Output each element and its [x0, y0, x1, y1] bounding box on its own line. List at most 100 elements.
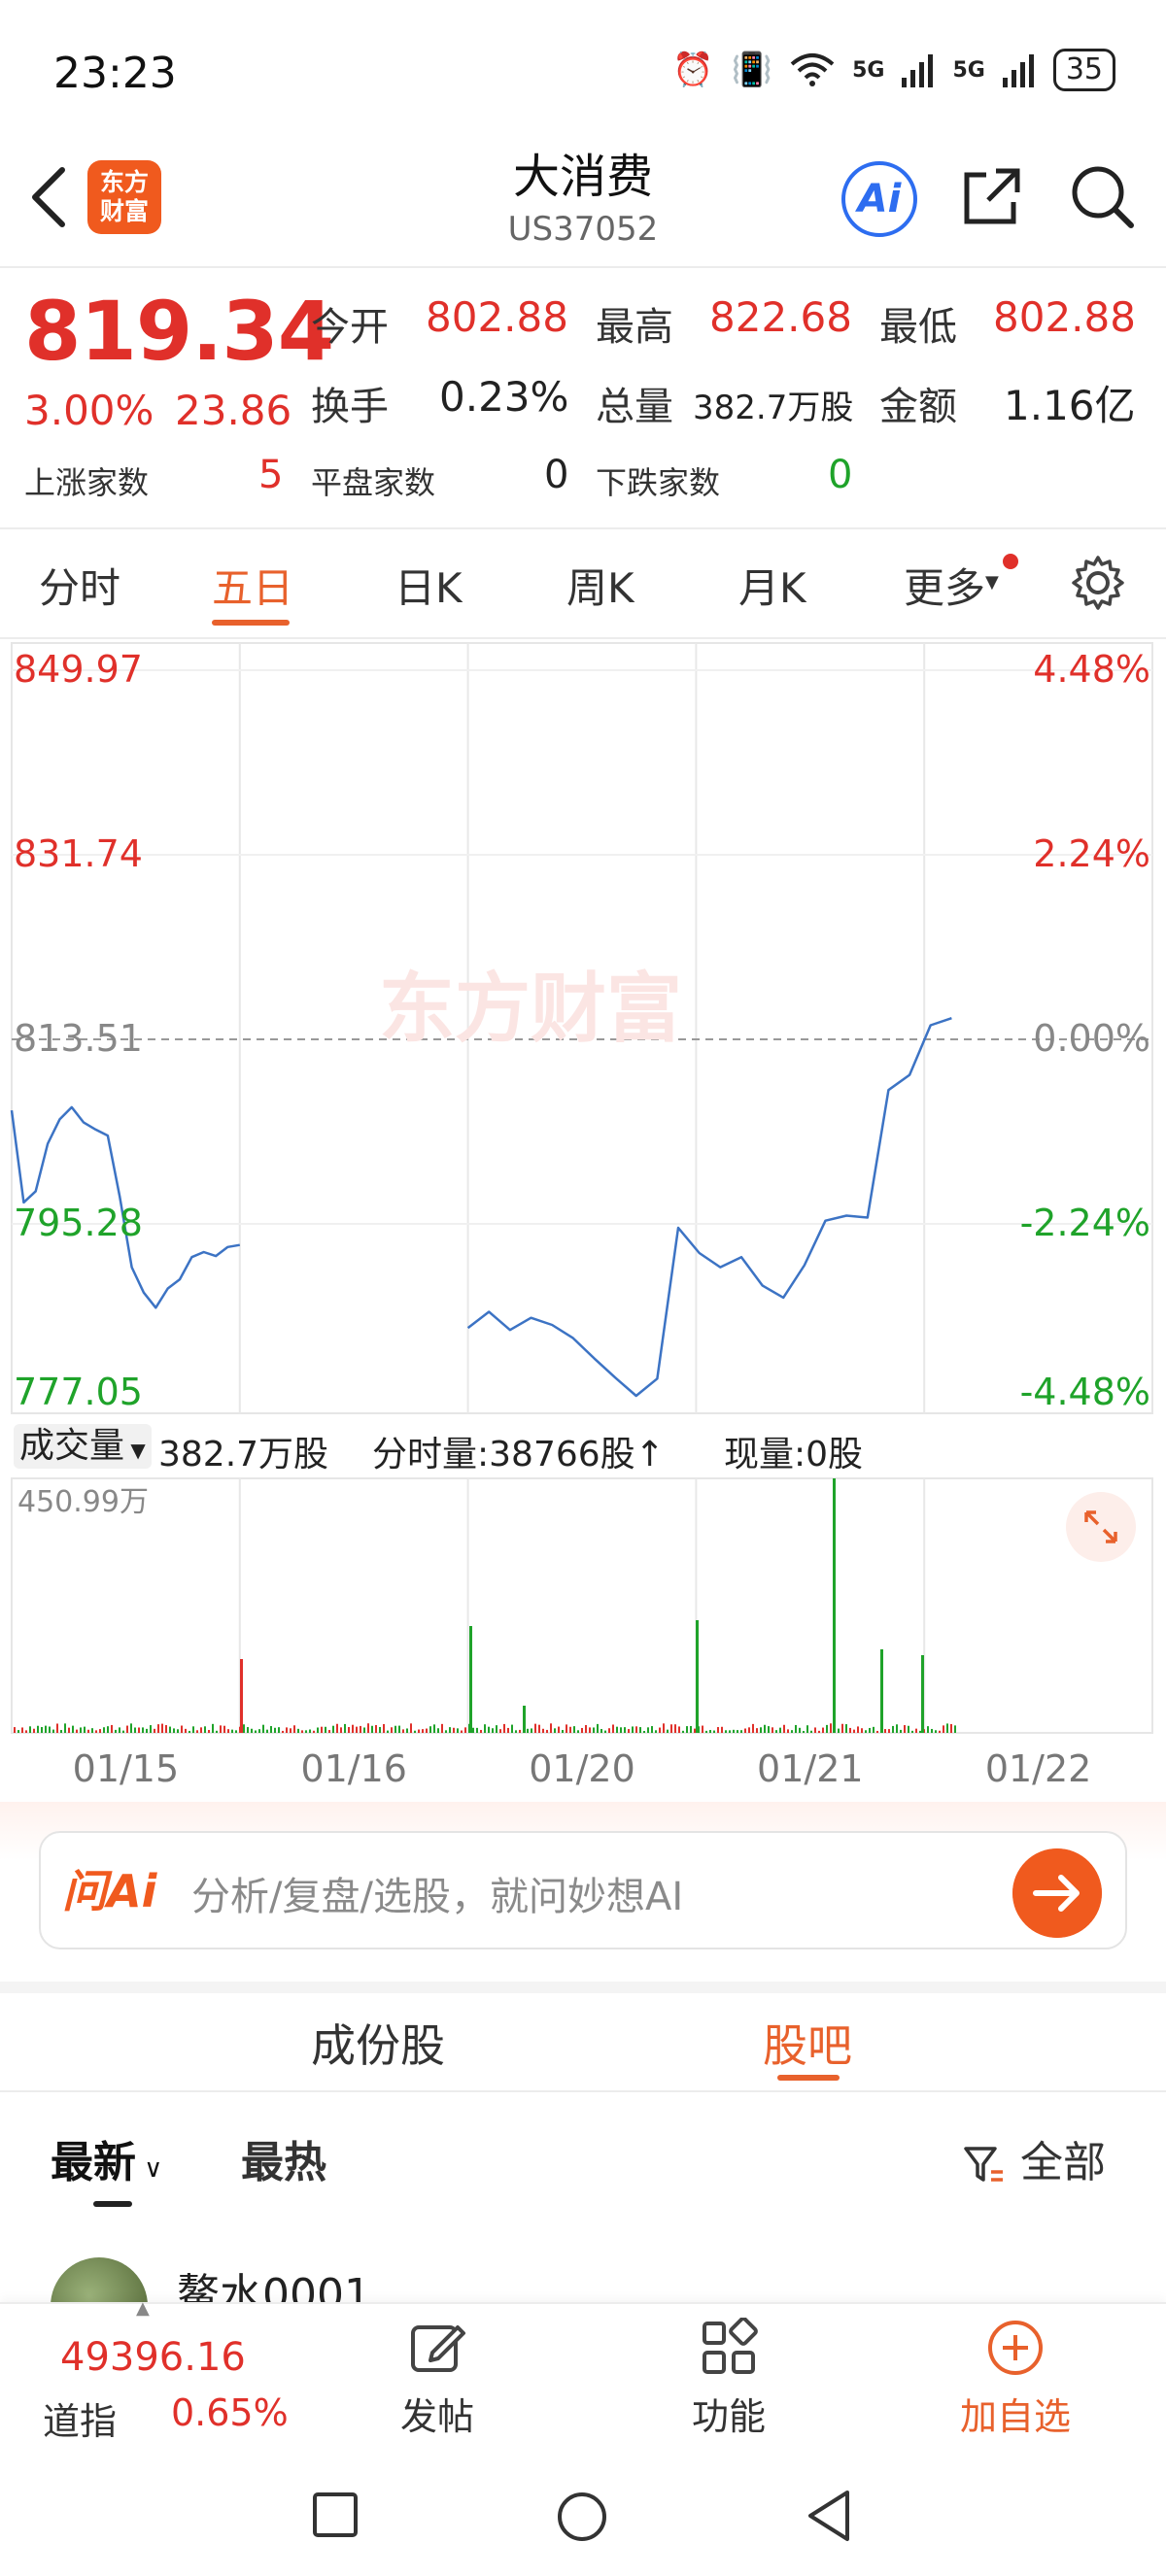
- volume-bar: [240, 1659, 243, 1733]
- turnover-label: 换手: [311, 385, 389, 429]
- volume-bar: [91, 1728, 93, 1733]
- back-button[interactable]: [21, 158, 76, 236]
- volume-bar: [192, 1726, 194, 1733]
- share-icon[interactable]: [957, 161, 1027, 231]
- signal-icon-1: [902, 54, 934, 87]
- percent-axis-label: 4.48%: [1033, 648, 1150, 691]
- grid-icon: [703, 2317, 758, 2374]
- app-logo: 东方 财富: [87, 160, 161, 234]
- volume-bar: [111, 1724, 113, 1733]
- volume-bar: [332, 1725, 334, 1733]
- volume-bar: [406, 1728, 408, 1733]
- volume-bar: [216, 1730, 218, 1733]
- volume-bar: [130, 1723, 132, 1733]
- volume-bar: [262, 1724, 264, 1733]
- plus-circle-icon: [988, 2321, 1043, 2375]
- volume-bar: [818, 1730, 820, 1733]
- volume-bar: [173, 1728, 175, 1733]
- chevron-down-icon: ∨: [136, 2154, 163, 2184]
- ai-ask-bar[interactable]: 问Ai 分析/复盘/选股，就问妙想AI: [39, 1831, 1127, 1949]
- volume-chart[interactable]: 450.99万 01/15 01/16 01/20 01/21 01/22: [0, 1476, 1166, 1807]
- post-button[interactable]: 发帖: [389, 2318, 486, 2440]
- arrow-right-icon[interactable]: [1012, 1848, 1102, 1938]
- volume-bar: [223, 1725, 225, 1733]
- quote-divider: [0, 527, 1166, 529]
- volume-bar: [496, 1725, 497, 1733]
- index-value[interactable]: 49396.16: [60, 2335, 246, 2380]
- volume-bar: [52, 1729, 54, 1733]
- volume-bar: [635, 1726, 637, 1733]
- watermark: 东方财富: [379, 966, 682, 1053]
- volume-bar: [122, 1730, 124, 1733]
- price-axis-label: 849.97: [14, 648, 143, 691]
- post-button-label: 发帖: [399, 2395, 474, 2438]
- volume-bar: [371, 1725, 373, 1733]
- signal-5g-label-1: 5G: [852, 57, 885, 83]
- home-icon[interactable]: [556, 2491, 608, 2543]
- volume-selector[interactable]: 成交量 ▼: [14, 1424, 152, 1469]
- volume-bar: [740, 1730, 742, 1733]
- price-chart[interactable]: 东方财富 849.97 4.48% 831.74 2.24% 813.51 0.00% 79…: [0, 641, 1166, 1418]
- volume-bar: [367, 1723, 369, 1733]
- ai-input-placeholder[interactable]: 分析/复盘/选股，就问妙想AI: [191, 1865, 683, 1921]
- volume-bar: [309, 1729, 311, 1733]
- percent-axis-label: 0.00%: [1033, 1017, 1150, 1060]
- index-name[interactable]: 道指: [43, 2391, 117, 2445]
- tab-stock-forum[interactable]: 股吧: [763, 2011, 852, 2075]
- search-icon[interactable]: [1067, 161, 1137, 231]
- flat-count-label: 平盘家数: [311, 464, 436, 501]
- tools-button[interactable]: 功能: [680, 2317, 777, 2440]
- date-axis-label: 01/16: [300, 1747, 407, 1790]
- ai-button[interactable]: Ai: [841, 161, 917, 237]
- section-spacer: [0, 1982, 1166, 1993]
- caret-up-icon: ▲: [136, 2298, 150, 2319]
- volume-bar: [208, 1729, 210, 1733]
- volume-bar: [146, 1728, 148, 1733]
- volume-bar: [64, 1723, 66, 1733]
- tab-daily-k[interactable]: 日K: [394, 556, 463, 615]
- expand-chart-button[interactable]: [1066, 1492, 1136, 1562]
- signal-5g-label-2: 5G: [952, 57, 985, 83]
- back-nav-icon[interactable]: [805, 2489, 853, 2543]
- volume-max-label: 450.99万: [17, 1485, 149, 1519]
- volume-bar: [360, 1725, 361, 1733]
- volume-bar: [696, 1620, 699, 1733]
- volume-bar: [756, 1728, 758, 1733]
- tab-hot[interactable]: 最热: [241, 2127, 326, 2189]
- volume-bar: [604, 1730, 606, 1733]
- tab-weekly-k[interactable]: 周K: [566, 556, 634, 615]
- recent-apps-icon[interactable]: [311, 2491, 360, 2539]
- volume-bar: [659, 1727, 661, 1733]
- open-value: 802.88: [426, 293, 568, 341]
- date-axis-label: 01/22: [985, 1747, 1092, 1790]
- volume-bar: [838, 1728, 840, 1733]
- volume-bar: [908, 1725, 909, 1733]
- page-title: 大消费: [512, 150, 653, 204]
- volume-bar: [876, 1730, 878, 1733]
- tab-five-day[interactable]: 五日: [212, 556, 293, 615]
- volume-bar: [865, 1730, 867, 1733]
- tab-constituents[interactable]: 成份股: [311, 2011, 445, 2075]
- index-change[interactable]: 0.65%: [171, 2391, 289, 2434]
- volume-bar: [702, 1725, 703, 1733]
- volume-bar: [853, 1729, 855, 1733]
- tab-more[interactable]: 更多▼: [904, 556, 999, 615]
- notification-dot: [1003, 554, 1018, 569]
- price-line: [466, 1017, 952, 1398]
- settings-gear-icon[interactable]: [1069, 554, 1127, 612]
- volume-bar: [503, 1723, 505, 1733]
- volume-bar: [538, 1724, 540, 1733]
- volume-bar: [558, 1726, 560, 1733]
- section-tab-indicator: [777, 2075, 840, 2081]
- tab-monthly-k[interactable]: 月K: [738, 556, 806, 615]
- volume-bar: [542, 1728, 544, 1733]
- volume-bar: [76, 1729, 78, 1733]
- tab-latest[interactable]: 最新 ∨: [51, 2127, 162, 2189]
- volume-bar: [95, 1730, 97, 1733]
- tab-intraday[interactable]: 分时: [39, 556, 120, 615]
- volume-bar: [119, 1727, 120, 1733]
- volume-bar: [282, 1730, 284, 1733]
- add-watchlist-button[interactable]: 加自选: [952, 2318, 1079, 2440]
- signal-icon-2: [1002, 54, 1034, 87]
- filter-button[interactable]: 全部: [962, 2127, 1106, 2189]
